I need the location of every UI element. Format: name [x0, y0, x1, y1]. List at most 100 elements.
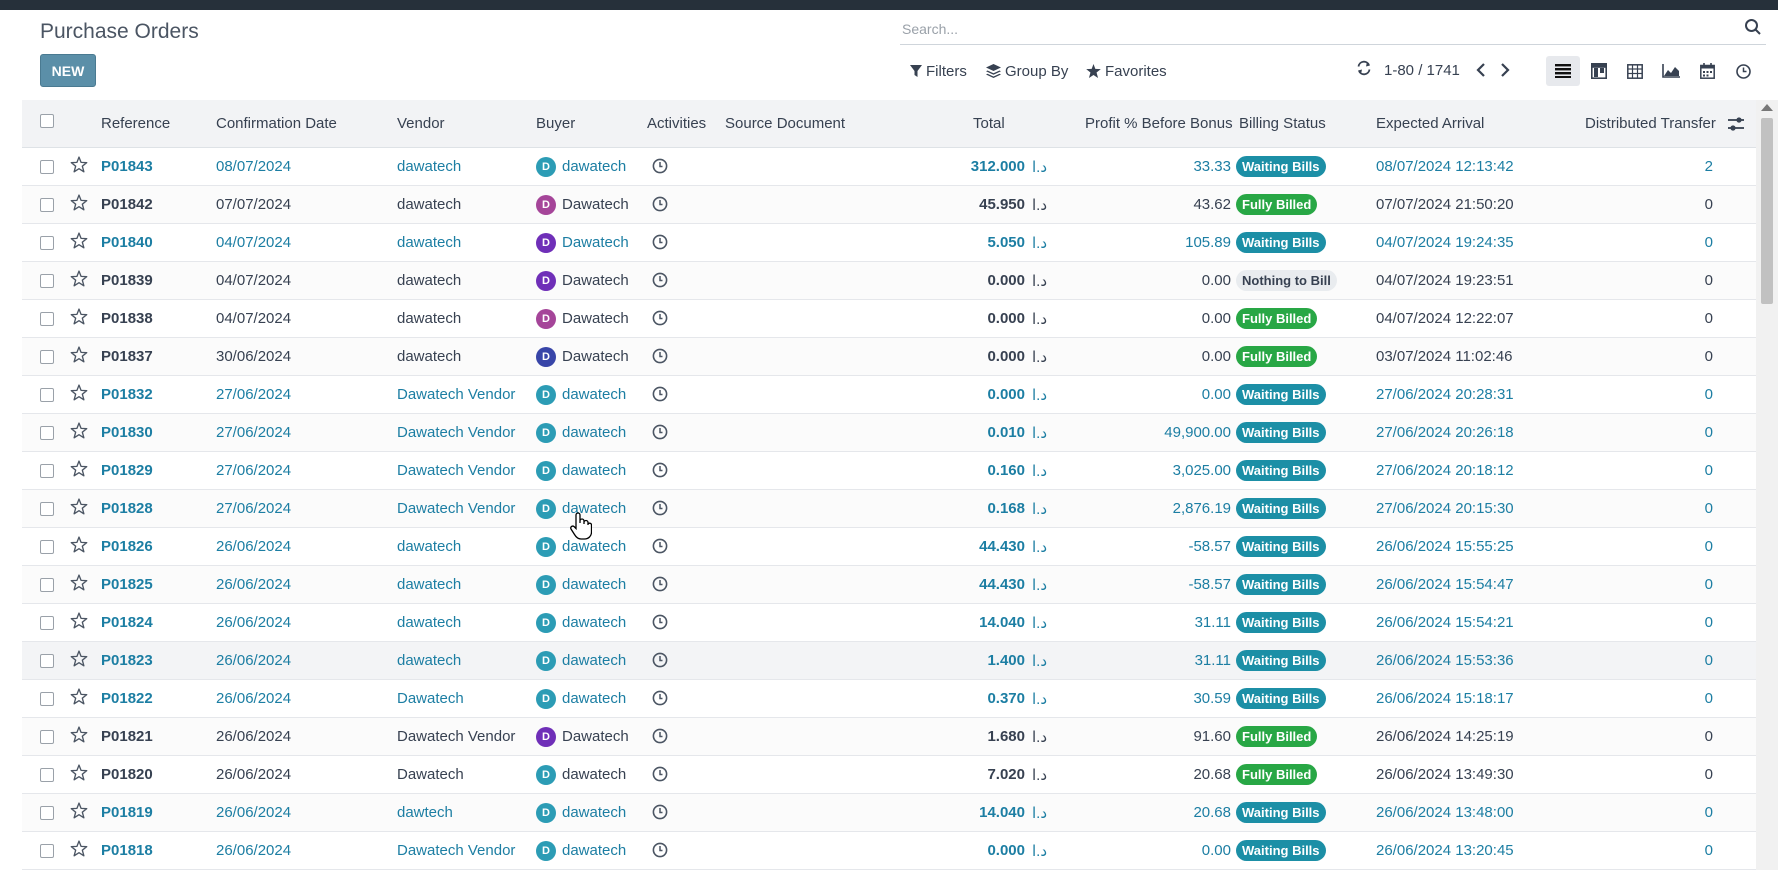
- row-checkbox[interactable]: [40, 274, 54, 288]
- row-checkbox[interactable]: [40, 312, 54, 326]
- row-checkbox[interactable]: [40, 236, 54, 250]
- vendor-cell[interactable]: Dawatech Vendor: [397, 424, 515, 441]
- column-header-confirmation-date[interactable]: Confirmation Date: [216, 115, 337, 132]
- clock-icon[interactable]: [652, 576, 668, 592]
- avatar[interactable]: D: [536, 841, 556, 861]
- reference-cell[interactable]: P01820: [101, 766, 153, 783]
- clock-icon[interactable]: [652, 234, 668, 250]
- list-view-button[interactable]: [1546, 56, 1580, 86]
- vendor-cell[interactable]: Dawatech Vendor: [397, 728, 515, 745]
- table-row[interactable]: P01832 27/06/2024 Dawatech Vendor D dawa…: [22, 376, 1756, 414]
- star-icon[interactable]: [70, 308, 88, 325]
- reference-cell[interactable]: P01828: [101, 500, 153, 517]
- vendor-cell[interactable]: dawatech: [397, 158, 461, 175]
- star-icon[interactable]: [70, 840, 88, 857]
- vendor-cell[interactable]: Dawatech Vendor: [397, 500, 515, 517]
- optional-columns-toggle-icon[interactable]: [1727, 116, 1745, 132]
- reference-cell[interactable]: P01818: [101, 842, 153, 859]
- clock-icon[interactable]: [652, 424, 668, 440]
- reference-cell[interactable]: P01824: [101, 614, 153, 631]
- star-icon[interactable]: [70, 384, 88, 401]
- table-row[interactable]: P01818 26/06/2024 Dawatech Vendor D dawa…: [22, 832, 1756, 870]
- buyer-cell[interactable]: dawatech: [562, 614, 626, 631]
- vendor-cell[interactable]: Dawatech: [397, 690, 464, 707]
- vendor-cell[interactable]: Dawatech Vendor: [397, 842, 515, 859]
- table-row[interactable]: P01826 26/06/2024 dawatech D dawatech 44…: [22, 528, 1756, 566]
- column-header-expected-arrival[interactable]: Expected Arrival: [1376, 115, 1484, 132]
- vendor-cell[interactable]: dawtech: [397, 804, 453, 821]
- avatar[interactable]: D: [536, 157, 556, 177]
- favorites-button[interactable]: Favorites: [1086, 60, 1167, 82]
- avatar[interactable]: D: [536, 423, 556, 443]
- reference-cell[interactable]: P01842: [101, 196, 153, 213]
- clock-icon[interactable]: [652, 614, 668, 630]
- buyer-cell[interactable]: dawatech: [562, 576, 626, 593]
- table-row[interactable]: P01837 30/06/2024 dawatech D Dawatech 0.…: [22, 338, 1756, 376]
- reference-cell[interactable]: P01840: [101, 234, 153, 251]
- star-icon[interactable]: [70, 156, 88, 173]
- avatar[interactable]: D: [536, 651, 556, 671]
- buyer-cell[interactable]: Dawatech: [562, 348, 629, 365]
- avatar[interactable]: D: [536, 347, 556, 367]
- column-header-total[interactable]: Total: [973, 115, 1005, 132]
- table-row[interactable]: P01819 26/06/2024 dawtech D dawatech 14.…: [22, 794, 1756, 832]
- clock-icon[interactable]: [652, 310, 668, 326]
- table-row[interactable]: P01828 27/06/2024 Dawatech Vendor D dawa…: [22, 490, 1756, 528]
- table-row[interactable]: P01829 27/06/2024 Dawatech Vendor D dawa…: [22, 452, 1756, 490]
- star-icon[interactable]: [70, 460, 88, 477]
- table-row[interactable]: P01822 26/06/2024 Dawatech D dawatech 0.…: [22, 680, 1756, 718]
- star-icon[interactable]: [70, 612, 88, 629]
- vertical-scrollbar[interactable]: [1756, 100, 1778, 870]
- clock-icon[interactable]: [652, 842, 668, 858]
- clock-icon[interactable]: [652, 500, 668, 516]
- avatar[interactable]: D: [536, 803, 556, 823]
- clock-icon[interactable]: [652, 348, 668, 364]
- table-row[interactable]: P01821 26/06/2024 Dawatech Vendor D Dawa…: [22, 718, 1756, 756]
- star-icon[interactable]: [70, 194, 88, 211]
- star-icon[interactable]: [70, 650, 88, 667]
- star-icon[interactable]: [70, 422, 88, 439]
- star-icon[interactable]: [70, 764, 88, 781]
- star-icon[interactable]: [70, 802, 88, 819]
- table-row[interactable]: P01830 27/06/2024 Dawatech Vendor D dawa…: [22, 414, 1756, 452]
- buyer-cell[interactable]: dawatech: [562, 424, 626, 441]
- kanban-view-button[interactable]: [1582, 56, 1616, 86]
- clock-icon[interactable]: [652, 272, 668, 288]
- column-header-source-document[interactable]: Source Document: [725, 115, 845, 132]
- column-header-reference[interactable]: Reference: [101, 115, 170, 132]
- reference-cell[interactable]: P01843: [101, 158, 153, 175]
- vendor-cell[interactable]: dawatech: [397, 652, 461, 669]
- column-header-distributed-transfer[interactable]: Distributed Transfer: [1585, 115, 1716, 132]
- clock-icon[interactable]: [652, 462, 668, 478]
- table-row[interactable]: P01839 04/07/2024 dawatech D Dawatech 0.…: [22, 262, 1756, 300]
- reference-cell[interactable]: P01821: [101, 728, 153, 745]
- vendor-cell[interactable]: dawatech: [397, 234, 461, 251]
- avatar[interactable]: D: [536, 271, 556, 291]
- clock-icon[interactable]: [652, 690, 668, 706]
- star-icon[interactable]: [70, 574, 88, 591]
- row-checkbox[interactable]: [40, 730, 54, 744]
- row-checkbox[interactable]: [40, 198, 54, 212]
- reference-cell[interactable]: P01830: [101, 424, 153, 441]
- pivot-view-button[interactable]: [1618, 56, 1652, 86]
- avatar[interactable]: D: [536, 195, 556, 215]
- column-header-profit[interactable]: Profit % Before Bonus: [1085, 115, 1233, 132]
- row-checkbox[interactable]: [40, 464, 54, 478]
- clock-icon[interactable]: [652, 196, 668, 212]
- reference-cell[interactable]: P01825: [101, 576, 153, 593]
- star-icon[interactable]: [70, 726, 88, 743]
- table-row[interactable]: P01823 26/06/2024 dawatech D dawatech 1.…: [22, 642, 1756, 680]
- row-checkbox[interactable]: [40, 654, 54, 668]
- column-header-buyer[interactable]: Buyer: [536, 115, 575, 132]
- star-icon[interactable]: [70, 688, 88, 705]
- vendor-cell[interactable]: dawatech: [397, 614, 461, 631]
- star-icon[interactable]: [70, 536, 88, 553]
- new-button[interactable]: NEW: [40, 54, 96, 87]
- buyer-cell[interactable]: Dawatech: [562, 272, 629, 289]
- table-row[interactable]: P01824 26/06/2024 dawatech D dawatech 14…: [22, 604, 1756, 642]
- graph-view-button[interactable]: [1654, 56, 1688, 86]
- avatar[interactable]: D: [536, 461, 556, 481]
- star-icon[interactable]: [70, 498, 88, 515]
- table-row[interactable]: P01843 08/07/2024 dawatech D dawatech 31…: [22, 148, 1756, 186]
- search-input[interactable]: [902, 18, 1722, 40]
